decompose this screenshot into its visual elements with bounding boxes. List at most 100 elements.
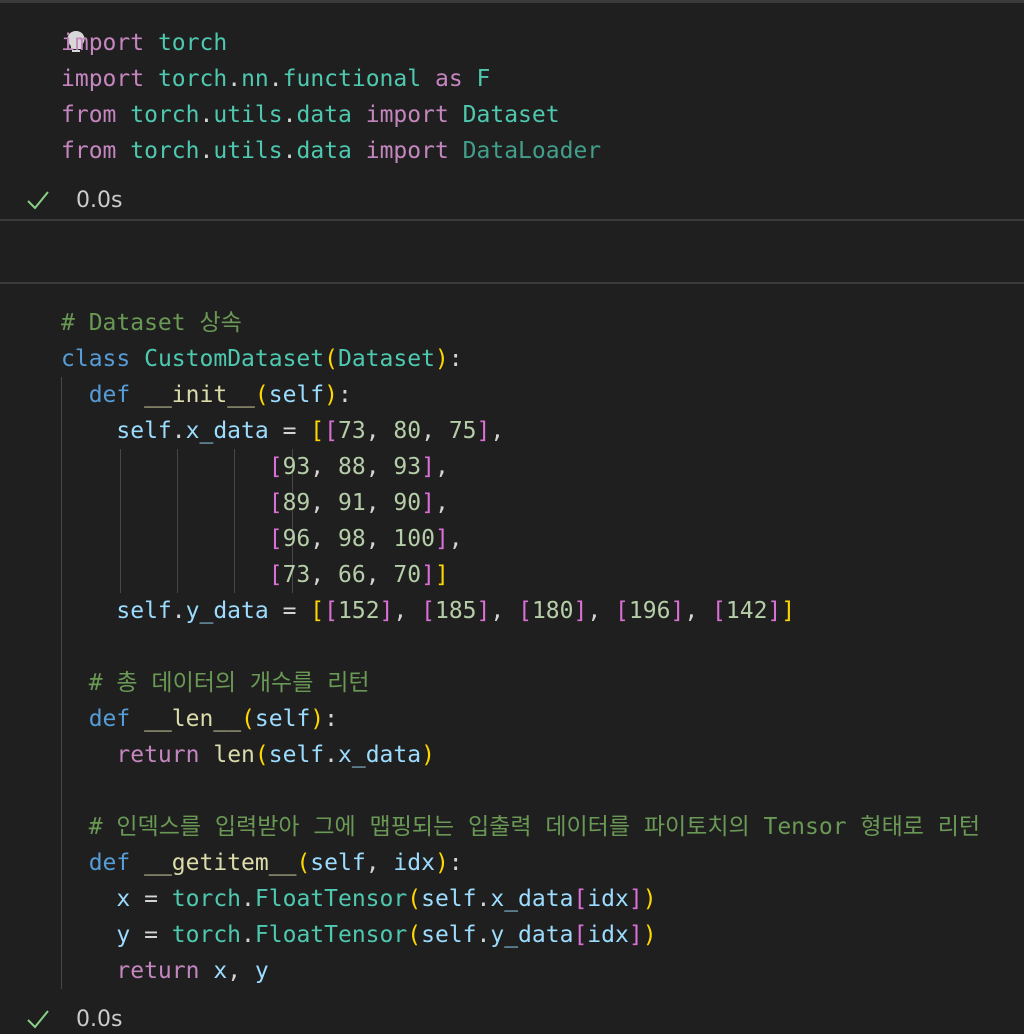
code-token: , [310,454,338,480]
code-token: ) [642,922,657,948]
code-token: from [61,138,117,164]
code-line[interactable]: from torch.utils.data import DataLoader [61,133,601,169]
code-line[interactable]: def __len__(self): [61,701,980,737]
code-token: 90 [393,490,422,516]
code-line[interactable]: def __init__(self): [61,377,980,413]
code-token: . [476,886,491,912]
code-token: [ [421,598,435,624]
execution-status: 0.0s [25,185,122,215]
code-line[interactable]: [96, 98, 100], [61,521,980,557]
code-token: . [324,742,338,768]
code-token: [ [615,598,629,624]
code-line[interactable]: x = torch.FloatTensor(self.x_data[idx]) [61,881,980,917]
code-line[interactable]: return len(self.x_data) [61,737,980,773]
code-line[interactable]: # Dataset 상속 [61,305,980,341]
execution-time: 0.0s [76,187,123,213]
code-token: ] [421,454,435,480]
code-line[interactable]: class CustomDataset(Dataset): [61,341,980,377]
code-token: ] [628,886,643,912]
code-token: x [116,886,131,912]
code-token: . [282,102,297,128]
code-token: , [310,562,338,588]
code-token: , [310,490,338,516]
code-token: , [684,598,713,624]
code-token: , [310,526,338,552]
code-token: CustomDataset [144,346,325,372]
code-token: ] [476,418,491,444]
code-token: . [476,922,491,948]
code-line[interactable] [61,773,980,809]
code-token: 185 [434,598,477,624]
code-line[interactable]: [93, 88, 93], [61,449,980,485]
code-token: x_data [338,742,422,768]
code-token: [ [324,418,338,444]
code-token: x [213,958,228,984]
code-line[interactable]: y = torch.FloatTensor(self.y_data[idx]) [61,917,980,953]
code-token: [ [310,418,325,444]
code-editor[interactable]: # Dataset 상속 class CustomDataset(Dataset)… [61,305,980,989]
code-token: utils [213,138,283,164]
empty-cell[interactable] [0,221,1024,282]
code-line[interactable]: [73, 66, 70]] [61,557,980,593]
code-editor[interactable]: import torch import torch.nn.functional a… [61,25,601,169]
code-token: , [490,418,505,444]
code-line[interactable]: import torch.nn.functional as F [61,61,601,97]
code-line[interactable] [61,629,980,665]
code-token: def [88,706,131,732]
code-token: ( [241,706,255,732]
code-token: , [448,526,463,552]
code-token: 70 [393,562,422,588]
code-cell-imports[interactable]: import torch import torch.nn.functional a… [0,0,1024,220]
code-token: 75 [448,418,477,444]
code-cell-dataset[interactable]: # Dataset 상속 class CustomDataset(Dataset)… [0,284,1024,1034]
code-token: , [490,598,519,624]
code-token: import [365,102,449,128]
code-line[interactable]: import torch [61,25,601,61]
code-token: . [199,138,214,164]
code-token: 80 [393,418,422,444]
code-token: ] [379,598,394,624]
code-token: self [421,886,477,912]
code-token: , [365,490,394,516]
code-token: utils [213,102,283,128]
code-token: [ [324,598,338,624]
code-line[interactable]: # 인덱스를 입력받아 그에 맵핑되는 입출력 데이터를 파이토치의 Tenso… [61,809,980,845]
code-token: F [476,66,491,92]
code-token: : [448,346,463,372]
code-line[interactable]: return x, y [61,953,980,989]
code-line[interactable]: # 총 데이터의 개수를 리턴 [61,665,980,701]
code-token: self [254,706,311,732]
code-token: ( [296,850,311,876]
code-line[interactable]: from torch.utils.data import Dataset [61,97,601,133]
code-token: , [365,454,394,480]
code-token: ) [434,850,449,876]
code-line[interactable]: self.y_data = [[152], [185], [180], [196… [61,593,980,629]
code-token: torch [171,886,242,912]
code-token: ] [573,598,588,624]
code-line[interactable]: [89, 91, 90], [61,485,980,521]
code-token: 98 [337,526,366,552]
code-token: self [116,418,172,444]
code-token: , [587,598,616,624]
code-token: 93 [282,454,311,480]
code-token: from [61,102,117,128]
code-line[interactable]: def __getitem__(self, idx): [61,845,980,881]
code-token: [ [518,598,532,624]
code-token: import [365,138,449,164]
code-token: y_data [490,922,574,948]
code-line[interactable]: self.x_data = [[73, 80, 75], [61,413,980,449]
code-token: self [268,382,325,408]
